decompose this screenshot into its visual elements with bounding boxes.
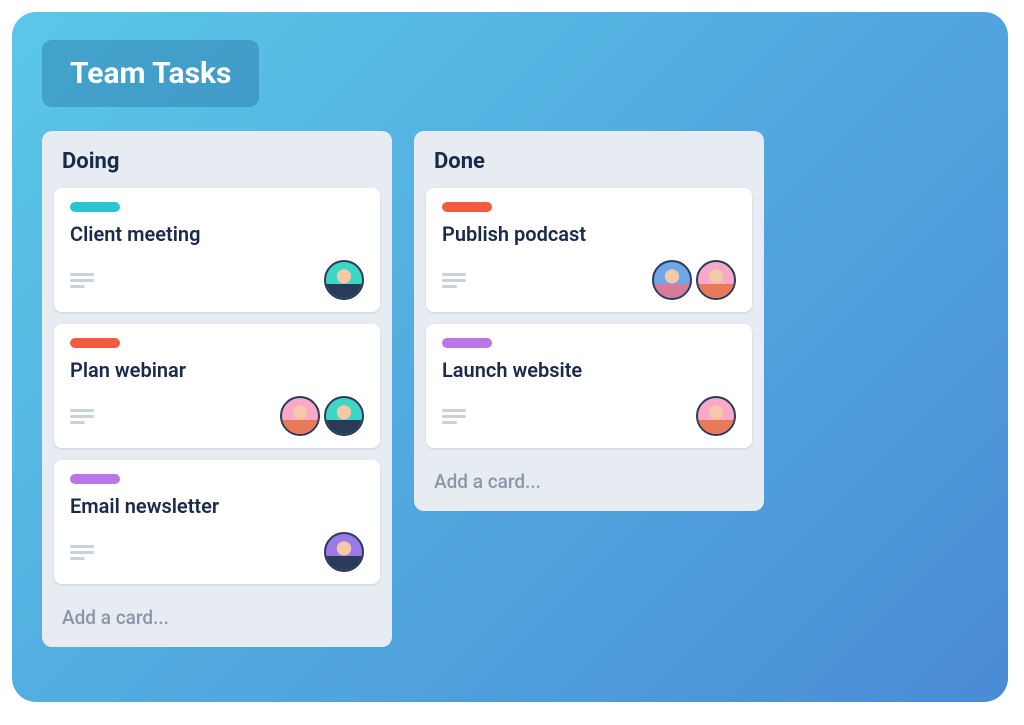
card-label[interactable] (70, 474, 120, 484)
card-title: Client meeting (70, 222, 364, 246)
description-icon (442, 273, 466, 288)
card[interactable]: Client meeting (54, 188, 380, 312)
card-avatars (324, 260, 364, 300)
avatar[interactable] (652, 260, 692, 300)
card-avatars (324, 532, 364, 572)
card-footer (70, 260, 364, 300)
list-title[interactable]: Done (426, 145, 752, 188)
add-card-button[interactable]: Add a card... (426, 460, 752, 497)
card-avatars (280, 396, 364, 436)
card[interactable]: Publish podcast (426, 188, 752, 312)
card-footer (442, 260, 736, 300)
description-icon (70, 273, 94, 288)
description-icon (70, 409, 94, 424)
card[interactable]: Plan webinar (54, 324, 380, 448)
card[interactable]: Email newsletter (54, 460, 380, 584)
avatar[interactable] (696, 260, 736, 300)
description-icon (70, 545, 94, 560)
description-icon (442, 409, 466, 424)
card-title: Launch website (442, 358, 736, 382)
card-label[interactable] (70, 338, 120, 348)
list-title[interactable]: Doing (54, 145, 380, 188)
avatar[interactable] (696, 396, 736, 436)
list-done: Done Publish podcast Launch website (414, 131, 764, 511)
avatar[interactable] (280, 396, 320, 436)
card-title: Publish podcast (442, 222, 736, 246)
lists-container: Doing Client meeting Plan webinar (42, 131, 978, 647)
card-footer (442, 396, 736, 436)
card[interactable]: Launch website (426, 324, 752, 448)
card-label[interactable] (442, 202, 492, 212)
kanban-board: Team Tasks Doing Client meeting Plan web… (12, 12, 1008, 702)
list-doing: Doing Client meeting Plan webinar (42, 131, 392, 647)
avatar[interactable] (324, 396, 364, 436)
avatar[interactable] (324, 532, 364, 572)
card-avatars (696, 396, 736, 436)
card-title: Email newsletter (70, 494, 364, 518)
card-label[interactable] (70, 202, 120, 212)
card-avatars (652, 260, 736, 300)
add-card-button[interactable]: Add a card... (54, 596, 380, 633)
card-footer (70, 396, 364, 436)
card-title: Plan webinar (70, 358, 364, 382)
card-label[interactable] (442, 338, 492, 348)
board-title[interactable]: Team Tasks (42, 40, 259, 107)
card-footer (70, 532, 364, 572)
avatar[interactable] (324, 260, 364, 300)
